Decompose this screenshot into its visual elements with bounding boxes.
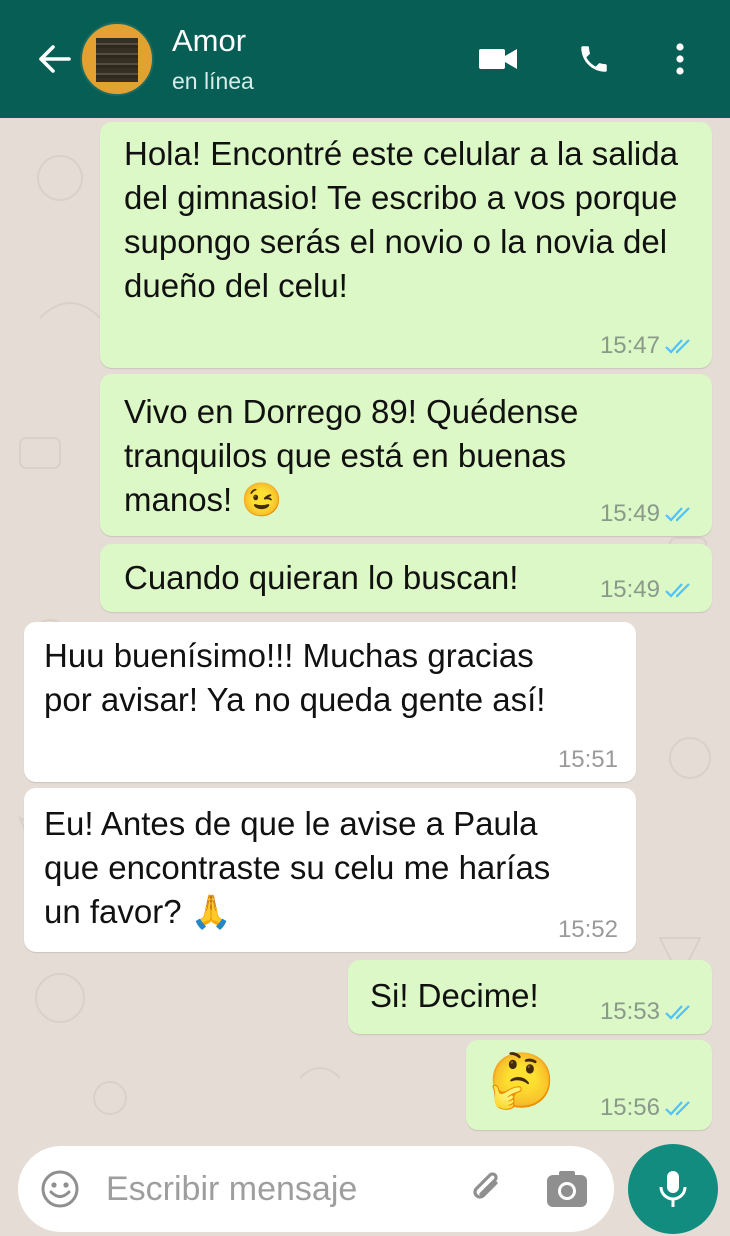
message-time: 15:51: [557, 746, 618, 773]
read-receipt-icon: [664, 582, 694, 598]
message-input[interactable]: Escribir mensaje: [106, 1170, 466, 1209]
back-button[interactable]: [34, 44, 74, 74]
video-camera-icon: [479, 49, 517, 69]
more-options-button[interactable]: [670, 43, 690, 75]
chat-header: Amor en línea: [0, 0, 730, 118]
read-receipt-icon: [664, 1004, 694, 1020]
read-receipt-icon: [664, 506, 694, 522]
message-time: 15:49: [599, 576, 660, 603]
message-text: Hola! Encontré este celular a la salida …: [124, 135, 678, 304]
more-vert-icon: [676, 43, 684, 75]
read-receipt-icon: [664, 1100, 694, 1116]
message-text: Vivo en Dorrego 89! Quédense tranquilos …: [124, 393, 579, 518]
message-meta: 15:56: [600, 1094, 694, 1122]
message-text: Huu buenísimo!!! Muchas gracias por avis…: [44, 637, 546, 718]
microphone-icon: [659, 1171, 687, 1207]
phone-icon: [581, 46, 607, 72]
attach-button[interactable]: [466, 1169, 510, 1209]
camera-icon: [547, 1171, 587, 1207]
contact-status: en línea: [172, 68, 254, 94]
camera-button[interactable]: [544, 1169, 590, 1209]
read-receipt-icon: [664, 338, 694, 354]
message-meta: 15:52: [558, 916, 618, 944]
message-bubble-outgoing[interactable]: Si! Decime! 15:53: [348, 960, 712, 1034]
message-input-box[interactable]: Escribir mensaje: [18, 1146, 614, 1232]
message-time: 15:49: [599, 500, 660, 527]
voice-message-button[interactable]: [628, 1144, 718, 1234]
message-bubble-outgoing[interactable]: Cuando quieran lo buscan! 15:49: [100, 544, 712, 612]
message-bubble-incoming[interactable]: Eu! Antes de que le avise a Paula que en…: [24, 788, 636, 952]
message-bubble-outgoing[interactable]: 🤔 15:56: [466, 1040, 712, 1130]
message-meta: 15:51: [558, 746, 618, 774]
message-bubble-outgoing[interactable]: Vivo en Dorrego 89! Quédense tranquilos …: [100, 374, 712, 536]
arrow-left-icon: [39, 45, 71, 73]
emoji-button[interactable]: [40, 1169, 80, 1209]
video-call-button[interactable]: [478, 47, 518, 71]
praying-hands-emoji: 🙏: [190, 893, 232, 930]
message-time: 15:53: [599, 998, 660, 1025]
message-meta: 15:53: [600, 998, 694, 1026]
message-bubble-outgoing[interactable]: Hola! Encontré este celular a la salida …: [100, 122, 712, 368]
avatar[interactable]: [80, 22, 154, 96]
contact-info[interactable]: Amor en línea: [172, 22, 478, 96]
composer-bar: Escribir mensaje: [0, 1140, 730, 1236]
message-bubble-incoming[interactable]: Huu buenísimo!!! Muchas gracias por avis…: [24, 622, 636, 782]
message-time: 15:47: [599, 332, 660, 359]
message-meta: 15:49: [600, 576, 694, 604]
message-time: 15:52: [557, 916, 618, 943]
contact-name: Amor: [172, 23, 247, 58]
message-meta: 15:47: [600, 332, 694, 360]
message-meta: 15:49: [600, 500, 694, 528]
message-text: Eu! Antes de que le avise a Paula que en…: [44, 805, 551, 930]
wink-emoji: 😉: [241, 481, 283, 518]
voice-call-button[interactable]: [574, 42, 614, 76]
paperclip-icon: [473, 1172, 498, 1199]
message-list[interactable]: Hola! Encontré este celular a la salida …: [0, 118, 730, 1148]
emoji-icon: [41, 1170, 79, 1208]
message-time: 15:56: [599, 1094, 660, 1121]
